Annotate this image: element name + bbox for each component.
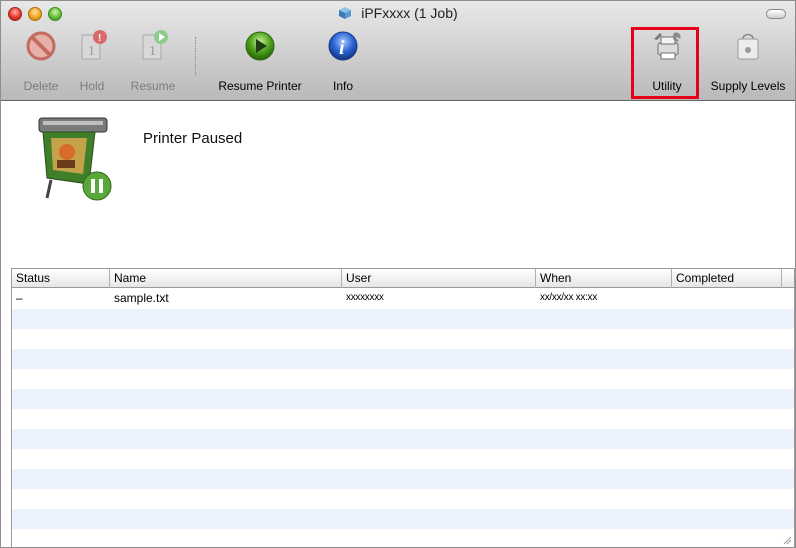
info-icon: i (328, 31, 358, 61)
column-header-completed[interactable]: Completed (672, 269, 782, 288)
printer-status-area: Printer Paused (1, 102, 795, 267)
empty-row (12, 409, 794, 429)
table-body: – sample.txt xxxxxxxx xx/xx/xx xx:xx (12, 289, 794, 547)
printer-paused-icon (38, 117, 112, 201)
job-completed-cell (672, 289, 782, 309)
empty-row (12, 389, 794, 409)
empty-row (12, 429, 794, 449)
resume-button[interactable]: 1 Resume (125, 25, 181, 97)
hold-label: Hold (79, 79, 105, 93)
jobs-table: Status Name User When Completed – sample… (11, 268, 795, 547)
titlebar-toolbar: iPFxxxx (1 Job) Delete 1 ! Hold 1 Resume… (1, 1, 795, 101)
empty-row (12, 309, 794, 329)
window-title: iPFxxxx (1 Job) (361, 5, 458, 21)
delete-label: Delete (23, 79, 59, 93)
empty-row (12, 529, 794, 547)
column-header-status[interactable]: Status (12, 269, 110, 288)
job-status-cell: – (16, 291, 23, 305)
empty-row (12, 349, 794, 369)
resume-printer-label: Resume Printer (218, 79, 302, 93)
empty-row (12, 449, 794, 469)
column-header-user[interactable]: User (342, 269, 536, 288)
toolbar-toggle-button[interactable] (766, 9, 786, 19)
utility-highlight-box (631, 27, 699, 99)
job-when-cell: xx/xx/xx xx:xx (540, 292, 597, 303)
printer-status-text: Printer Paused (143, 130, 243, 147)
hold-button[interactable]: 1 ! Hold (75, 25, 109, 97)
table-header: Status Name User When Completed (12, 269, 794, 288)
column-header-when[interactable]: When (536, 269, 672, 288)
resume-label: Resume (130, 79, 176, 93)
info-label: Info (332, 79, 353, 93)
column-header-name[interactable]: Name (110, 269, 342, 288)
svg-text:1: 1 (88, 44, 95, 59)
resume-icon: 1 (142, 30, 168, 60)
supply-levels-button[interactable]: Supply Levels (703, 25, 793, 97)
svg-text:i: i (339, 37, 345, 59)
hold-icon: 1 ! (81, 30, 107, 60)
empty-row (12, 329, 794, 349)
supply-levels-icon (737, 33, 759, 60)
toolbar-separator (195, 37, 196, 75)
delete-icon (26, 31, 56, 61)
print-queue-window: iPFxxxx (1 Job) Delete 1 ! Hold 1 Resume… (0, 0, 796, 548)
empty-row (12, 469, 794, 489)
empty-row (12, 369, 794, 389)
empty-row (12, 509, 794, 529)
table-row[interactable]: – sample.txt xxxxxxxx xx/xx/xx xx:xx (12, 289, 794, 309)
delete-button[interactable]: Delete (19, 25, 63, 97)
job-user-cell: xxxxxxxx (346, 292, 384, 303)
svg-text:1: 1 (149, 44, 156, 59)
job-name-cell: sample.txt (114, 291, 169, 305)
supply-levels-label: Supply Levels (710, 79, 786, 93)
empty-row (12, 489, 794, 509)
svg-text:!: ! (98, 33, 101, 44)
info-button[interactable]: i Info (323, 25, 363, 97)
resize-grip-icon[interactable] (782, 535, 792, 545)
resume-printer-button[interactable]: Resume Printer (207, 25, 313, 97)
window-title-bar: iPFxxxx (1 Job) (1, 5, 795, 21)
printer-cube-icon (339, 7, 352, 19)
resume-printer-icon (245, 31, 275, 61)
